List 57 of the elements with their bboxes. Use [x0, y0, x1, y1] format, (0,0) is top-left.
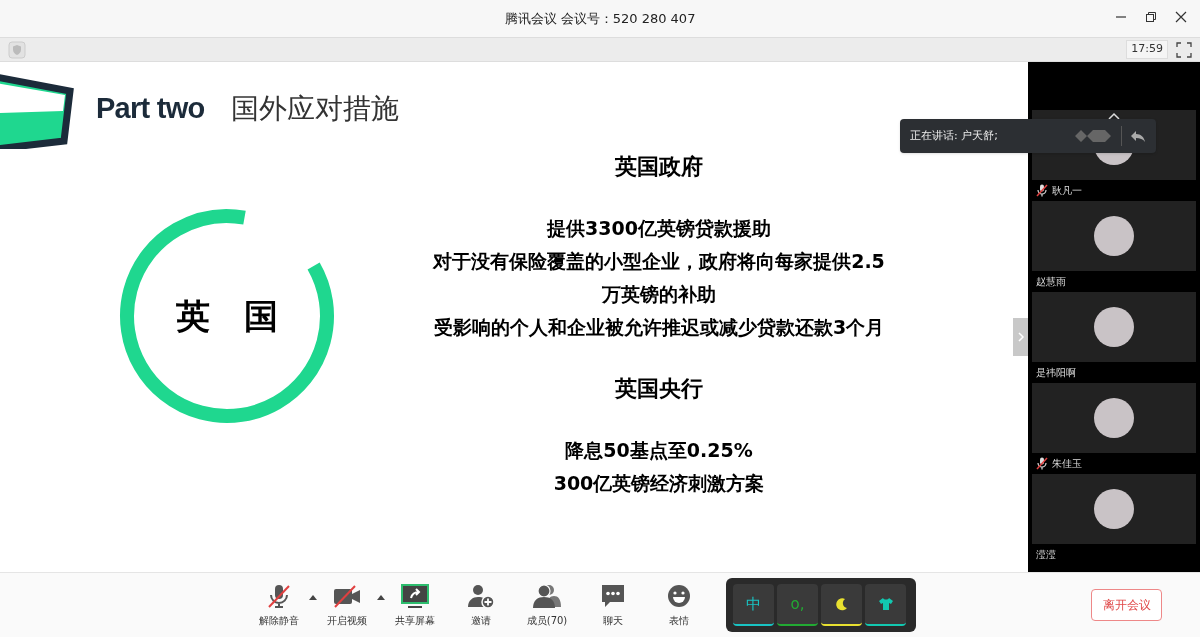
section-title: 英国政府: [615, 153, 703, 181]
slide-text-line: 提供3300亿英镑贷款援助: [547, 216, 771, 241]
fullscreen-icon[interactable]: [1176, 41, 1192, 58]
ime-key[interactable]: [821, 584, 862, 626]
leave-meeting-button[interactable]: 离开会议: [1091, 589, 1162, 621]
meeting-time: 17:59: [1126, 40, 1168, 59]
toolbar-button[interactable]: 解除静音: [246, 577, 312, 633]
slide-text-line: 300亿英镑经济刺激方案: [553, 471, 765, 496]
screen-share-icon: [400, 582, 430, 609]
part-title: Part two: [96, 91, 205, 127]
ring-label: 英 国: [176, 294, 278, 338]
video-tile[interactable]: [1032, 201, 1196, 271]
toolbar-button[interactable]: 开启视频: [314, 577, 380, 633]
moon-icon: [834, 597, 849, 611]
toolbar-button[interactable]: 聊天: [580, 577, 646, 633]
chevron-right-icon: [1016, 331, 1025, 343]
chat-icon: [600, 582, 626, 609]
slide-text-line: 降息50基点至0.25%: [565, 438, 753, 463]
reply-icon[interactable]: [1130, 129, 1146, 143]
toolbar-button[interactable]: 共享屏幕: [382, 577, 448, 633]
avatar-photo-placeholder: [1094, 489, 1134, 529]
participant-name: 是祎阳啊: [1036, 366, 1076, 380]
caret-up-icon[interactable]: [308, 594, 318, 600]
window-title: 腾讯会议 会议号：520 280 407: [504, 9, 696, 28]
slide-heading: 国外应对措施: [230, 91, 399, 127]
video-tile[interactable]: [1032, 474, 1196, 544]
add-user-icon: [467, 582, 495, 609]
close-icon[interactable]: [1174, 10, 1188, 24]
toolbar-button[interactable]: 表情: [646, 577, 712, 633]
section-title: 英国央行: [615, 375, 703, 403]
audio-wave-icon: [1073, 128, 1113, 144]
chevron-up-icon[interactable]: [1108, 112, 1120, 120]
toolbar-button[interactable]: 邀请: [448, 577, 514, 633]
shirt-icon: [877, 597, 894, 611]
video-tile[interactable]: [1032, 292, 1196, 362]
restore-icon[interactable]: [1144, 10, 1158, 24]
users-icon: [532, 582, 562, 609]
slide-text-line: 对于没有保险覆盖的小型企业，政府将向每家提供2.5: [433, 249, 885, 274]
ime-key[interactable]: o,: [777, 584, 818, 626]
smiley-icon: [666, 582, 692, 609]
ime-key-label: 中: [746, 593, 761, 615]
participant-name: 滢滢: [1036, 548, 1056, 562]
avatar-photo-placeholder: [1094, 398, 1134, 438]
participant-name: 赵慧雨: [1036, 275, 1066, 289]
ime-key-label: o,: [790, 593, 805, 615]
caret-up-icon[interactable]: [376, 594, 386, 600]
slide-text-line: 万英镑的补助: [602, 282, 716, 307]
video-tile[interactable]: [1032, 383, 1196, 453]
ime-key[interactable]: [865, 584, 906, 626]
avatar-photo-placeholder: [1094, 216, 1134, 256]
slide-text-line: 受影响的个人和企业被允许推迟或减少贷款还款3个月: [433, 315, 885, 340]
toolbar-button[interactable]: 成员(70): [514, 577, 580, 633]
participant-name: 耿凡一: [1052, 184, 1082, 198]
speaking-text: 正在讲话: 户天舒;: [910, 127, 999, 144]
ime-key[interactable]: 中: [733, 584, 774, 626]
avatar-photo-placeholder: [1094, 307, 1134, 347]
participant-name: 朱佳玉: [1052, 457, 1082, 471]
